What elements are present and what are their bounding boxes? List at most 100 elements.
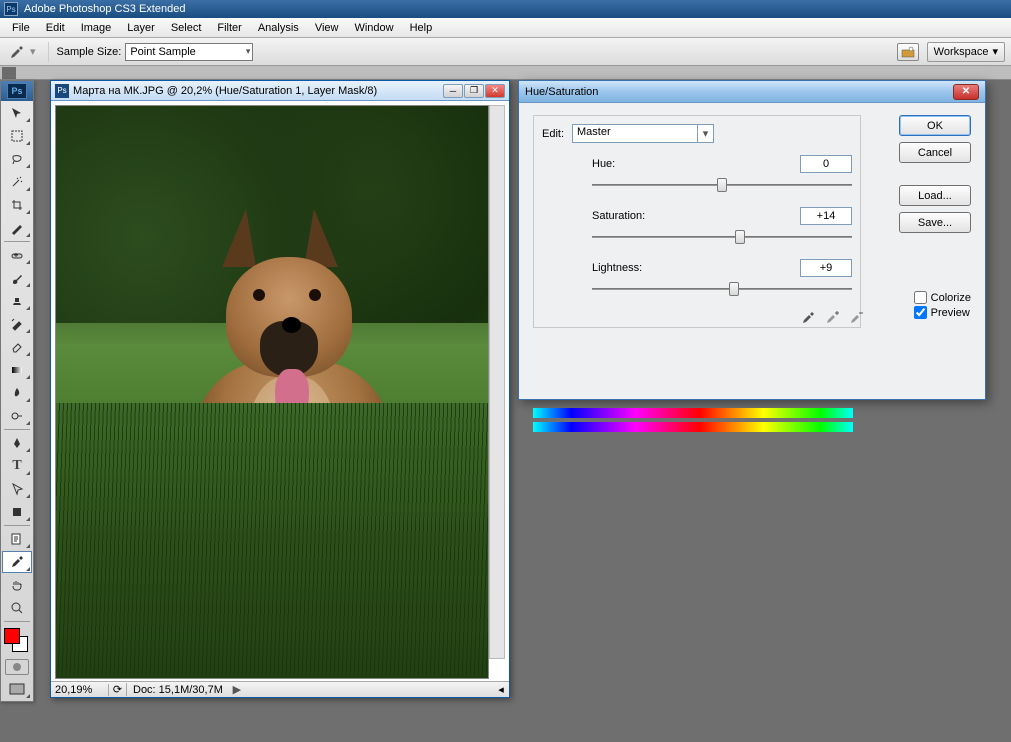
chevron-down-icon: ▾: [246, 46, 251, 57]
menu-edit[interactable]: Edit: [38, 20, 73, 36]
pen-tool[interactable]: [2, 432, 32, 454]
menu-filter[interactable]: Filter: [209, 20, 249, 36]
clone-stamp-tool[interactable]: [2, 290, 32, 312]
history-brush-tool[interactable]: [2, 313, 32, 335]
zoom-tool[interactable]: [2, 597, 32, 619]
edit-label: Edit:: [542, 128, 564, 140]
dialog-title: Hue/Saturation: [525, 86, 598, 98]
menu-view[interactable]: View: [307, 20, 347, 36]
vertical-scrollbar[interactable]: [489, 105, 505, 659]
menu-select[interactable]: Select: [163, 20, 210, 36]
options-bar: ▾ Sample Size: Point Sample ▾ Workspace …: [0, 38, 1011, 66]
app-title: Adobe Photoshop CS3 Extended: [24, 3, 185, 15]
minimize-button[interactable]: ─: [443, 84, 463, 98]
lightness-input[interactable]: [800, 259, 852, 277]
main-workspace: Ps T Ps: [0, 80, 1011, 742]
color-swatches[interactable]: [1, 624, 33, 656]
document-body: [51, 101, 509, 681]
document-window: Ps Марта на МК.JPG @ 20,2% (Hue/Saturati…: [50, 80, 510, 698]
eyedropper-minus-icon[interactable]: [847, 309, 865, 327]
dialog-close-button[interactable]: ✕: [953, 84, 979, 100]
foreground-color-swatch[interactable]: [4, 628, 20, 644]
close-button[interactable]: ✕: [485, 84, 505, 98]
magic-wand-tool[interactable]: [2, 171, 32, 193]
menu-window[interactable]: Window: [346, 20, 401, 36]
cancel-button[interactable]: Cancel: [899, 142, 971, 163]
refresh-icon[interactable]: ⟳: [109, 683, 127, 696]
menu-analysis[interactable]: Analysis: [250, 20, 307, 36]
app-titlebar: Ps Adobe Photoshop CS3 Extended: [0, 0, 1011, 18]
menu-help[interactable]: Help: [402, 20, 441, 36]
load-button[interactable]: Load...: [899, 185, 971, 206]
hue-label: Hue:: [592, 158, 702, 170]
lightness-label: Lightness:: [592, 262, 702, 274]
bridge-icon[interactable]: [897, 43, 919, 61]
dialog-titlebar[interactable]: Hue/Saturation ✕: [519, 81, 985, 103]
hue-gradient-before: [533, 408, 853, 418]
sample-size-label: Sample Size:: [57, 46, 122, 58]
eyedropper-tool-icon[interactable]: [6, 42, 28, 62]
doc-size-label: Doc: 15,1M/30,7M: [127, 684, 229, 696]
sample-size-dropdown[interactable]: Point Sample ▾: [125, 43, 253, 61]
chevron-down-icon: ▾: [697, 125, 713, 142]
photoshop-icon: Ps: [4, 2, 18, 16]
colorize-checkbox[interactable]: Colorize: [914, 291, 971, 304]
hue-input[interactable]: [800, 155, 852, 173]
slice-tool[interactable]: [2, 217, 32, 239]
zoom-field[interactable]: 20,19%: [51, 684, 109, 696]
brush-tool[interactable]: [2, 267, 32, 289]
menu-layer[interactable]: Layer: [119, 20, 163, 36]
blur-tool[interactable]: [2, 382, 32, 404]
colorize-label: Colorize: [931, 292, 971, 304]
hue-saturation-dialog: Hue/Saturation ✕ Edit: Master ▾ Hue:: [518, 80, 986, 400]
lasso-tool[interactable]: [2, 148, 32, 170]
hue-gradient-after: [533, 422, 853, 432]
menu-image[interactable]: Image: [73, 20, 120, 36]
edit-channel-value: Master: [577, 126, 611, 138]
sample-size-value: Point Sample: [130, 46, 195, 58]
toolbox-header[interactable]: Ps: [1, 81, 33, 101]
path-selection-tool[interactable]: [2, 478, 32, 500]
edit-channel-dropdown[interactable]: Master ▾: [572, 124, 714, 143]
healing-brush-tool[interactable]: [2, 244, 32, 266]
eyedropper-icon[interactable]: [799, 309, 817, 327]
panel-tab[interactable]: [2, 67, 16, 79]
notes-tool[interactable]: [2, 528, 32, 550]
eyedropper-plus-icon[interactable]: [823, 309, 841, 327]
ok-button[interactable]: OK: [899, 115, 971, 136]
chevron-down-icon: ▾: [992, 45, 998, 58]
crop-tool[interactable]: [2, 194, 32, 216]
menubar: File Edit Image Layer Select Filter Anal…: [0, 18, 1011, 38]
hand-tool[interactable]: [2, 574, 32, 596]
toolbox: Ps T: [0, 80, 34, 702]
panel-strip: [0, 66, 1011, 80]
preview-checkbox[interactable]: Preview: [914, 306, 971, 319]
document-titlebar[interactable]: Ps Марта на МК.JPG @ 20,2% (Hue/Saturati…: [51, 81, 509, 101]
shape-tool[interactable]: [2, 501, 32, 523]
document-statusbar: 20,19% ⟳ Doc: 15,1M/30,7M ▶ ◂: [51, 681, 509, 697]
saturation-slider[interactable]: [592, 229, 852, 245]
gradient-tool[interactable]: [2, 359, 32, 381]
quick-mask-toggle[interactable]: [5, 659, 29, 675]
eraser-tool[interactable]: [2, 336, 32, 358]
canvas[interactable]: [55, 105, 489, 679]
hue-slider[interactable]: [592, 177, 852, 193]
workspace-menu[interactable]: Workspace ▾: [927, 42, 1005, 62]
saturation-input[interactable]: [800, 207, 852, 225]
statusbar-menu-icon[interactable]: ▶: [229, 683, 245, 696]
marquee-tool[interactable]: [2, 125, 32, 147]
screen-mode[interactable]: [2, 678, 32, 700]
document-title: Марта на МК.JPG @ 20,2% (Hue/Saturation …: [73, 85, 377, 97]
dodge-tool[interactable]: [2, 405, 32, 427]
maximize-button[interactable]: ❐: [464, 84, 484, 98]
save-button[interactable]: Save...: [899, 212, 971, 233]
saturation-label: Saturation:: [592, 210, 702, 222]
eyedropper-tool[interactable]: [2, 551, 32, 573]
menu-file[interactable]: File: [4, 20, 38, 36]
preview-label: Preview: [931, 307, 970, 319]
document-icon: Ps: [55, 84, 69, 98]
ps-logo-icon: Ps: [7, 83, 27, 99]
lightness-slider[interactable]: [592, 281, 852, 297]
type-tool[interactable]: T: [2, 455, 32, 477]
move-tool[interactable]: [2, 102, 32, 124]
